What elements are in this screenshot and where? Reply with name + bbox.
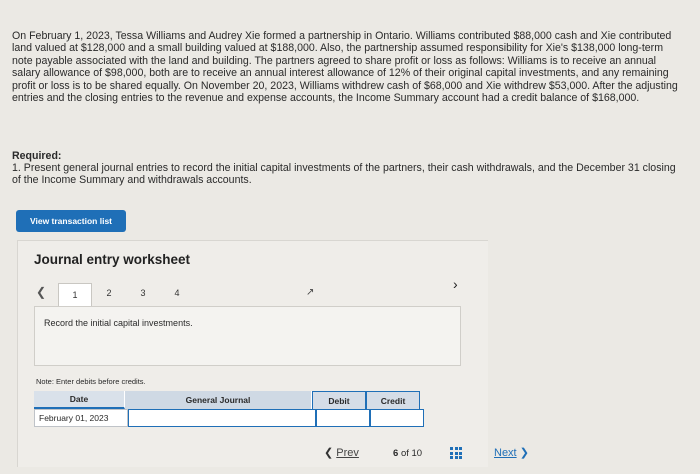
mouse-cursor-icon: ↗	[306, 287, 315, 298]
table-header: Date General Journal Debit Credit	[34, 391, 436, 409]
tab-1[interactable]: 1	[58, 283, 92, 306]
general-journal-input[interactable]	[128, 409, 316, 427]
header-date: Date	[34, 391, 125, 409]
journal-table: Date General Journal Debit Credit Februa…	[34, 391, 436, 427]
date-cell: February 01, 2023	[34, 409, 128, 427]
view-transaction-list-button[interactable]: View transaction list	[16, 210, 126, 232]
instruction-box	[34, 306, 461, 366]
instruction-text: Record the initial capital investments.	[44, 318, 193, 328]
grid-icon[interactable]	[450, 447, 462, 459]
prev-button[interactable]: ❮ Prev	[324, 446, 359, 459]
next-button[interactable]: Next ❯	[494, 446, 529, 459]
tab-3[interactable]: 3	[126, 283, 160, 303]
required-text: 1. Present general journal entries to re…	[12, 162, 676, 187]
debit-input[interactable]	[316, 409, 370, 427]
tab-4[interactable]: 4	[160, 283, 194, 303]
chevron-left-icon[interactable]: ❮	[36, 285, 46, 299]
problem-statement: On February 1, 2023, Tessa Williams and …	[12, 30, 678, 105]
note-text: Note: Enter debits before credits.	[36, 377, 146, 386]
page-of: of	[400, 448, 409, 459]
worksheet-title: Journal entry worksheet	[34, 252, 191, 267]
header-debit: Debit	[312, 391, 366, 409]
credit-input[interactable]	[370, 409, 424, 427]
table-row: February 01, 2023	[34, 409, 436, 427]
next-label: Next	[494, 447, 517, 459]
tab-2[interactable]: 2	[92, 283, 126, 303]
chevron-right-icon[interactable]: ›	[453, 276, 458, 292]
page-current: 6	[393, 448, 399, 459]
prev-label: Prev	[336, 447, 359, 459]
header-general-journal: General Journal	[125, 391, 312, 409]
page-counter: 6 of 10	[393, 448, 422, 459]
required-heading: Required:	[12, 150, 62, 162]
chevron-left-icon: ❮	[324, 447, 334, 459]
worksheet-tabs: 1 2 3 4	[58, 283, 194, 306]
page-total: 10	[411, 448, 423, 459]
header-credit: Credit	[366, 391, 420, 409]
chevron-right-icon: ❯	[519, 447, 529, 459]
